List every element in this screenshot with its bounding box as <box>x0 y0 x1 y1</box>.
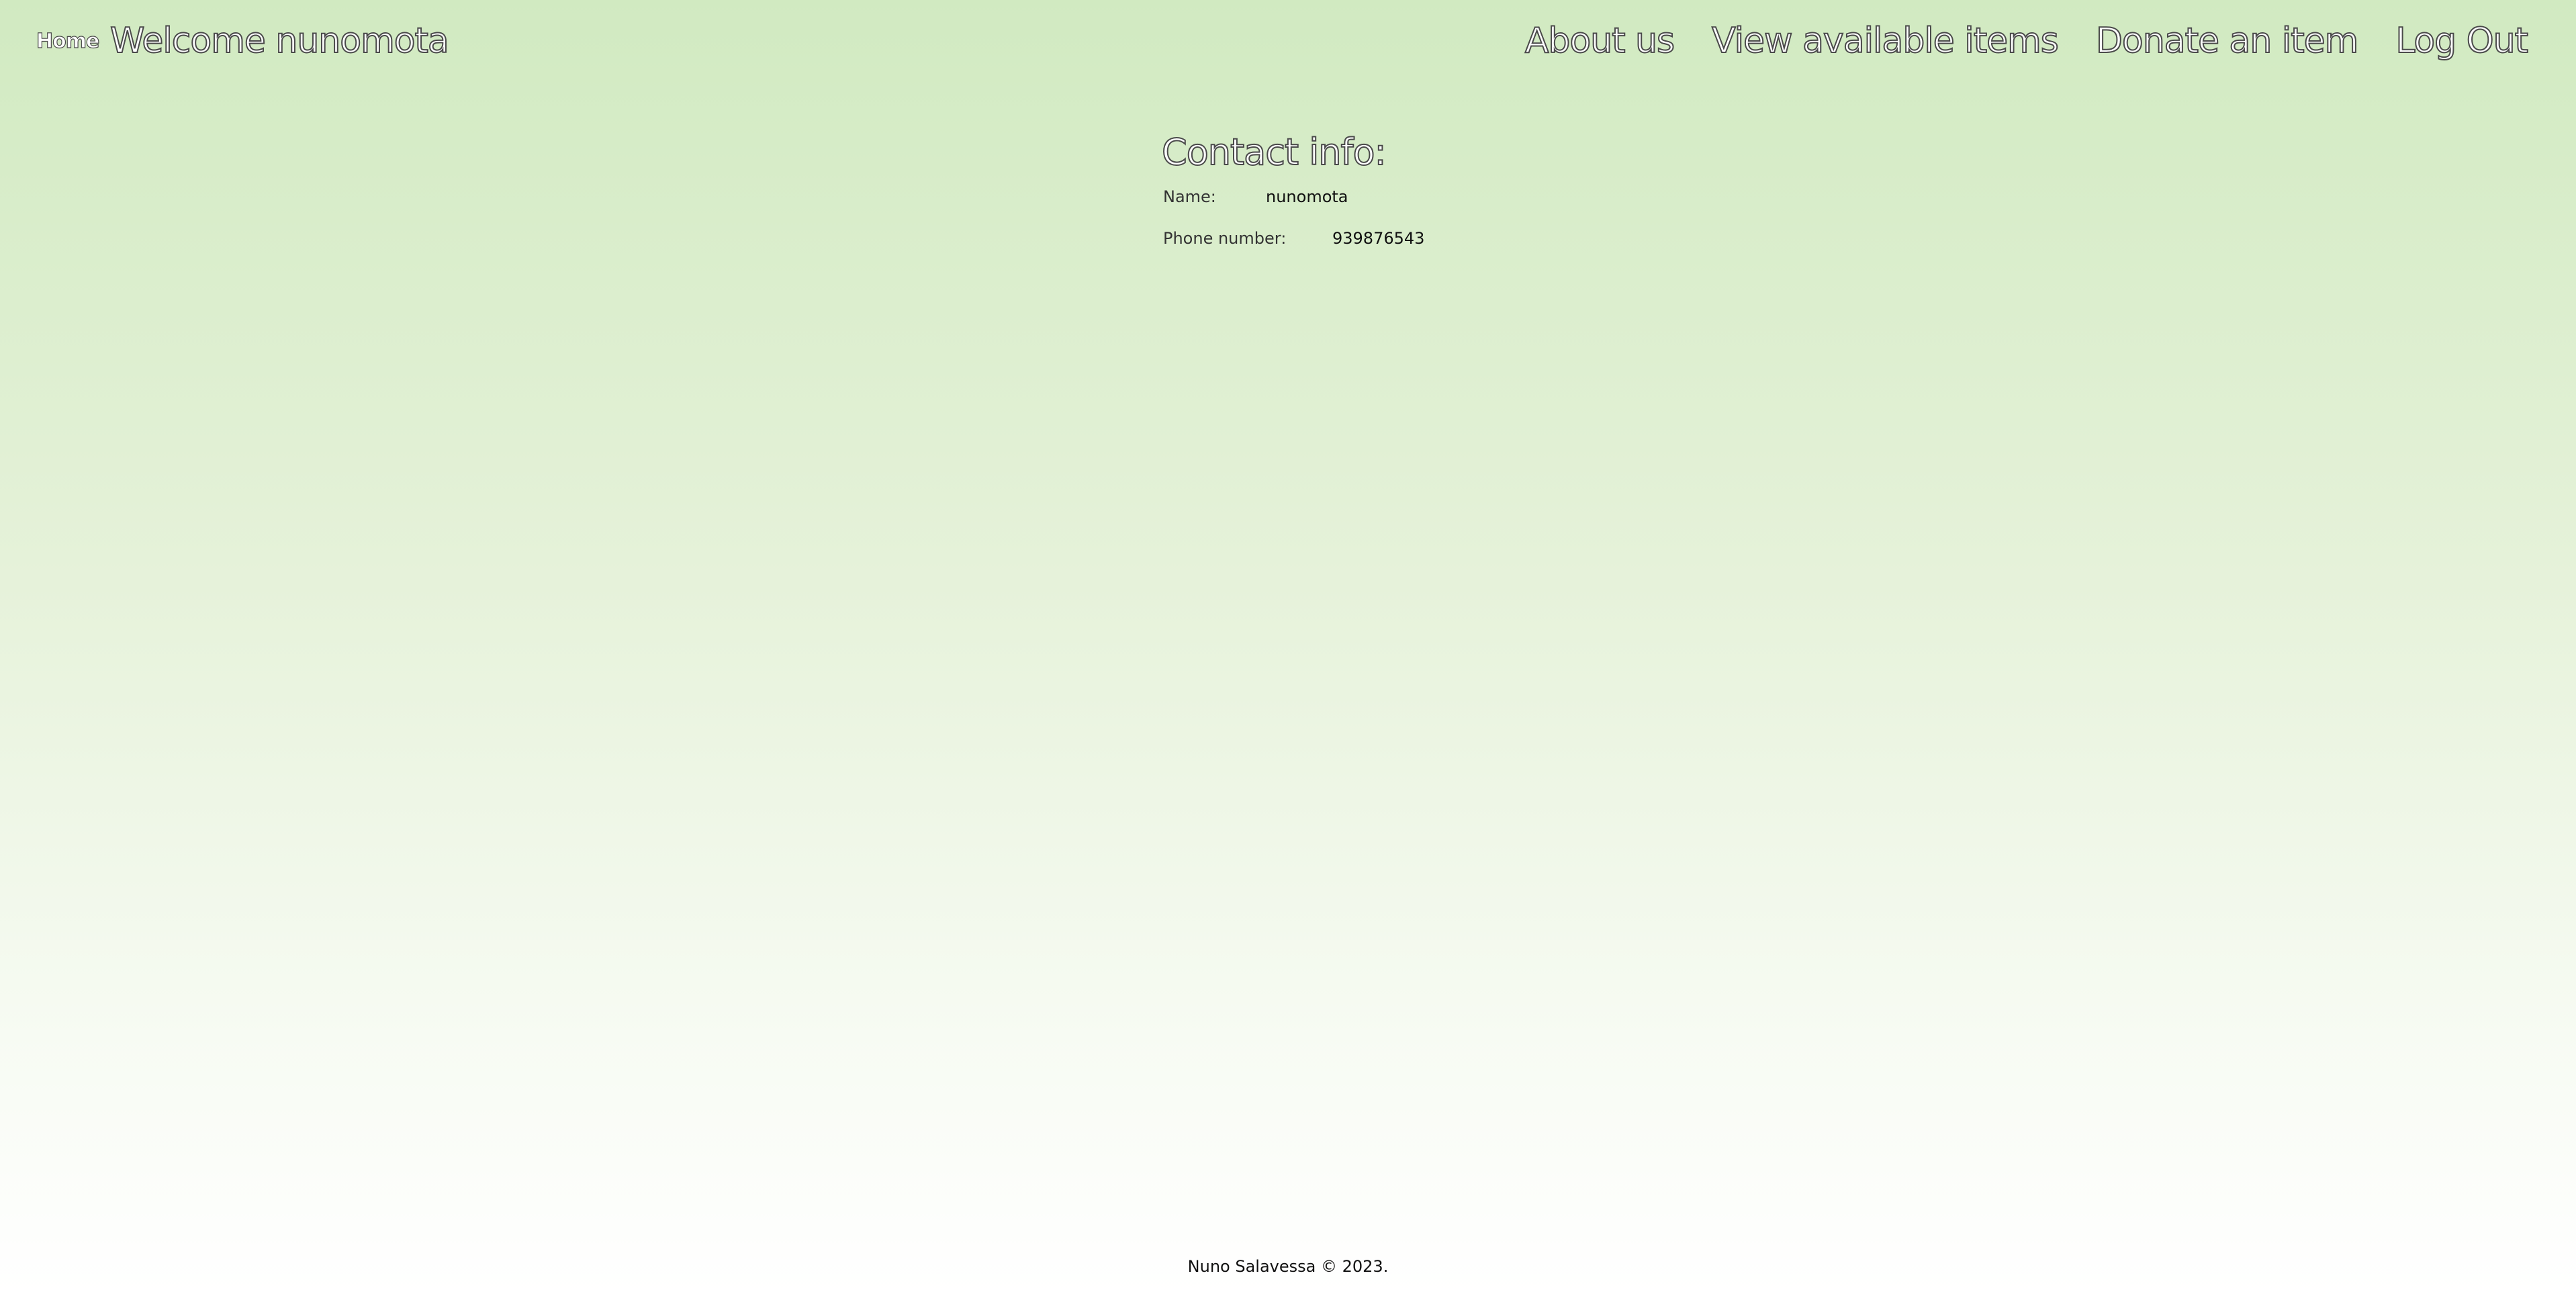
nav-about-us-link[interactable]: About us <box>1524 19 1675 63</box>
welcome-message: Welcome nunomota <box>109 20 450 62</box>
name-label: Name: <box>1163 187 1216 206</box>
phone-label: Phone number: <box>1163 229 1287 248</box>
nav-log-out-link[interactable]: Log Out <box>2395 19 2529 63</box>
name-row: Name: nunomota <box>1162 176 1565 218</box>
name-value: nunomota <box>1266 187 1348 206</box>
main-nav: About us View available items Donate an … <box>1524 19 2529 63</box>
footer: Nuno Salavessa © 2023. <box>0 1253 2576 1280</box>
home-link[interactable]: Home <box>36 28 100 55</box>
phone-value: 939876543 <box>1332 229 1425 248</box>
contact-info-title: Contact info: <box>1161 130 1387 174</box>
copyright-text: Nuno Salavessa © 2023. <box>1187 1257 1389 1276</box>
nav-view-items-link[interactable]: View available items <box>1711 19 2060 63</box>
phone-row: Phone number: 939876543 <box>1162 218 1565 259</box>
nav-donate-item-link[interactable]: Donate an item <box>2095 19 2359 63</box>
contact-info-section: Contact info: Name: nunomota Phone numbe… <box>1161 129 1565 259</box>
top-navbar: Home Welcome nunomota About us View avai… <box>0 0 2576 87</box>
